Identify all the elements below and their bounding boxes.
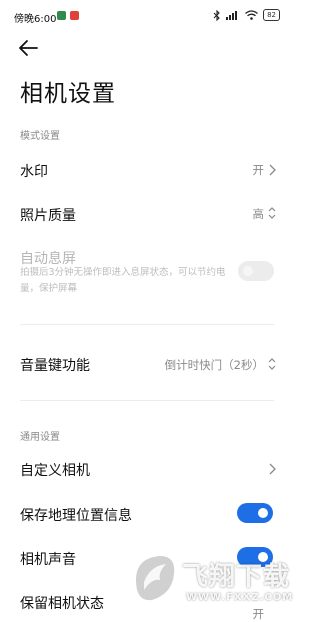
status-bar: 傍晚6:00 82 [0,0,294,30]
photo-quality-label: 照片质量 [20,208,76,224]
battery-icon: 82 [263,9,280,21]
watermark-url: WWW.FXXZ.COM [186,592,294,603]
toggle-knob [243,266,253,276]
toggle-knob [258,508,268,518]
camera-sound-label: 相机声音 [20,552,76,568]
video-notification-icon [70,11,79,20]
site-watermark: 飞翔下载 WWW.FXXZ.COM [128,548,294,614]
chevron-up-down-icon [268,358,276,370]
divider [20,324,274,325]
back-arrow-icon[interactable] [17,38,41,58]
wifi-icon [245,10,258,20]
watermark-label: 水印 [20,164,48,180]
section-header-mode: 模式设置 [20,131,60,142]
keep-state-label: 保留相机状态 [20,596,104,612]
status-time: 傍晚6:00 [14,14,57,25]
watermark-text: 飞翔下载 [182,562,291,592]
watermark-logo-icon [136,556,175,601]
custom-camera-label: 自定义相机 [20,463,90,479]
signal-icon [226,11,238,20]
photo-quality-value: 高 [252,207,265,221]
app-notification-icon [57,11,66,20]
volume-key-value: 倒计时快门（2秒） [164,358,264,372]
auto-screen-off-toggle [238,261,274,281]
chevron-right-icon [269,164,276,176]
status-icons: 82 [213,9,280,21]
volume-key-label: 音量键功能 [20,358,90,374]
divider [20,400,274,401]
section-header-general: 通用设置 [20,432,60,443]
auto-screen-off-description: 拍摄后3分钟无操作即进入息屏状态，可以节约电量，保护屏幕 [20,267,226,294]
watermark-value: 开 [252,163,265,177]
save-location-toggle[interactable] [237,503,273,523]
save-location-label: 保存地理位置信息 [20,508,132,524]
bluetooth-icon [213,9,220,21]
chevron-up-down-icon [268,207,276,219]
chevron-right-icon [269,463,276,475]
page-title: 相机设置 [20,81,116,107]
